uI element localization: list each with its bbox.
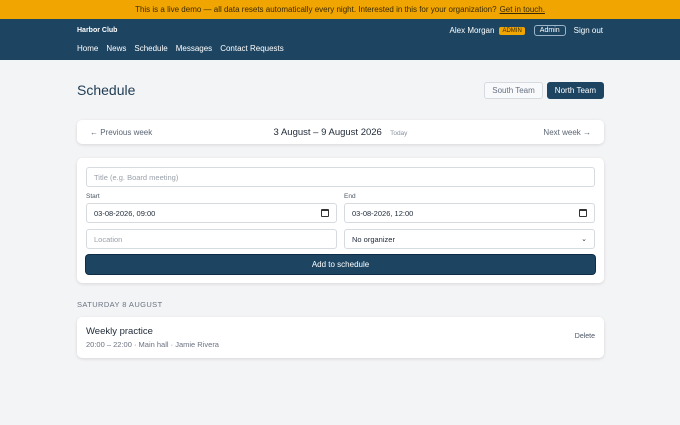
team-north-button[interactable]: North Team bbox=[546, 82, 604, 99]
calendar-icon[interactable] bbox=[321, 209, 329, 217]
datetime-row: Start 03-08-2026, 09:00 End 03-08-2026, … bbox=[86, 187, 595, 223]
demo-banner-text: This is a live demo — all data resets au… bbox=[135, 5, 497, 14]
location-column: Location bbox=[86, 229, 337, 249]
delete-event-button[interactable]: Delete bbox=[575, 333, 595, 340]
user-box: Alex Morgan ADMIN Admin Sign out bbox=[450, 25, 603, 36]
previous-week-link[interactable]: ← Previous week bbox=[90, 128, 152, 137]
event-item: Weekly practice 20:00 – 22:00 · Main hal… bbox=[77, 317, 604, 358]
nav-messages[interactable]: Messages bbox=[176, 44, 212, 53]
title-input[interactable]: Title (e.g. Board meeting) bbox=[86, 167, 595, 187]
chevron-down-icon: ⌄ bbox=[581, 236, 587, 243]
week-navigator: ← Previous week 3 August – 9 August 2026… bbox=[77, 120, 604, 144]
end-column: End 03-08-2026, 12:00 bbox=[344, 187, 595, 223]
team-south-button[interactable]: South Team bbox=[484, 82, 543, 99]
role-badge: ADMIN bbox=[499, 26, 525, 35]
location-row: Location No organizer ⌄ bbox=[86, 229, 595, 249]
user-name: Alex Morgan bbox=[449, 26, 495, 35]
location-input[interactable]: Location bbox=[86, 229, 337, 249]
start-column: Start 03-08-2026, 09:00 bbox=[86, 187, 337, 223]
end-label: End bbox=[344, 193, 356, 200]
admin-button[interactable]: Admin bbox=[533, 25, 566, 36]
page-header: Schedule South Team North Team bbox=[77, 60, 604, 120]
organizer-select[interactable]: No organizer ⌄ bbox=[344, 229, 595, 249]
calendar-icon[interactable] bbox=[579, 209, 587, 217]
event-title: Weekly practice bbox=[86, 326, 153, 337]
add-event-form: Title (e.g. Board meeting) Start 03-08-2… bbox=[77, 158, 604, 283]
week-center: 3 August – 9 August 2026 Today bbox=[77, 127, 604, 138]
start-datetime-value: 03-08-2026, 09:00 bbox=[94, 208, 156, 218]
end-datetime-input[interactable]: 03-08-2026, 12:00 bbox=[344, 203, 595, 223]
nav-contact-requests[interactable]: Contact Requests bbox=[220, 44, 284, 53]
event-meta: 20:00 – 22:00 · Main hall · Jamie Rivera bbox=[86, 340, 219, 349]
demo-banner: This is a live demo — all data resets au… bbox=[0, 0, 680, 19]
brand-logo[interactable]: Harbor Club bbox=[77, 27, 117, 34]
get-in-touch-link[interactable]: Get in touch. bbox=[500, 5, 545, 14]
nav-schedule[interactable]: Schedule bbox=[134, 44, 167, 53]
main-nav: Home News Schedule Messages Contact Requ… bbox=[77, 44, 284, 53]
page-title: Schedule bbox=[77, 82, 136, 98]
start-datetime-input[interactable]: 03-08-2026, 09:00 bbox=[86, 203, 337, 223]
nav-news[interactable]: News bbox=[106, 44, 126, 53]
start-label: Start bbox=[86, 193, 100, 200]
day-header: SATURDAY 8 AUGUST bbox=[77, 300, 163, 309]
next-week-link[interactable]: Next week → bbox=[543, 128, 591, 137]
add-to-schedule-button[interactable]: Add to schedule bbox=[86, 255, 595, 274]
sign-out-link[interactable]: Sign out bbox=[574, 26, 603, 35]
organizer-value: No organizer bbox=[352, 234, 395, 244]
week-range: 3 August – 9 August 2026 bbox=[273, 127, 382, 138]
end-datetime-value: 03-08-2026, 12:00 bbox=[352, 208, 414, 218]
top-navbar: Harbor Club Home News Schedule Messages … bbox=[0, 19, 680, 60]
page-content: Schedule South Team North Team ← Previou… bbox=[77, 60, 604, 358]
organizer-column: No organizer ⌄ bbox=[344, 229, 595, 249]
team-switch: South Team North Team bbox=[484, 82, 604, 99]
nav-home[interactable]: Home bbox=[77, 44, 98, 53]
today-link[interactable]: Today bbox=[390, 130, 407, 137]
